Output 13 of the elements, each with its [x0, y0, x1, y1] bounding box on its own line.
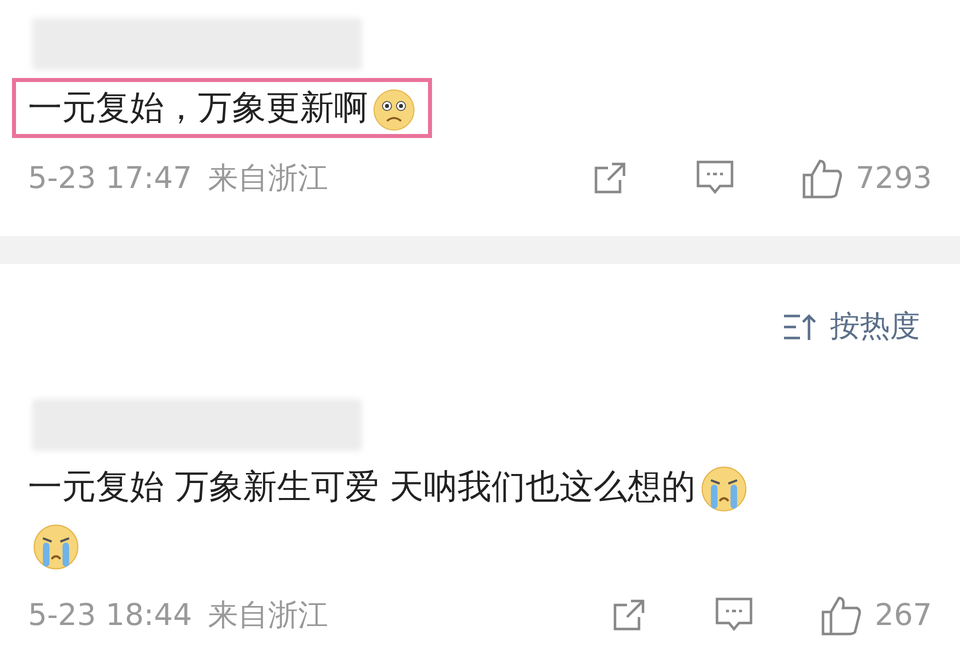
sort-button[interactable]: 按热度: [782, 304, 920, 349]
comment-location: 来自浙江: [208, 160, 328, 198]
comment-time: 5-23 18:44: [28, 596, 192, 634]
sort-icon: [782, 312, 818, 342]
comment-text: 一元复始，万象更新啊: [12, 78, 432, 138]
crying-face-icon: [32, 522, 80, 571]
comment-text: 一元复始 万象新生可爱 天呐我们也这么想的: [28, 459, 932, 575]
like-button[interactable]: 7293: [800, 156, 932, 200]
crying-face-icon: [700, 464, 748, 513]
comment-time: 5-23 17:47: [28, 160, 192, 198]
comment-location: 来自浙江: [208, 596, 328, 634]
like-button[interactable]: 267: [818, 592, 932, 638]
teary-face-icon: [372, 88, 416, 132]
